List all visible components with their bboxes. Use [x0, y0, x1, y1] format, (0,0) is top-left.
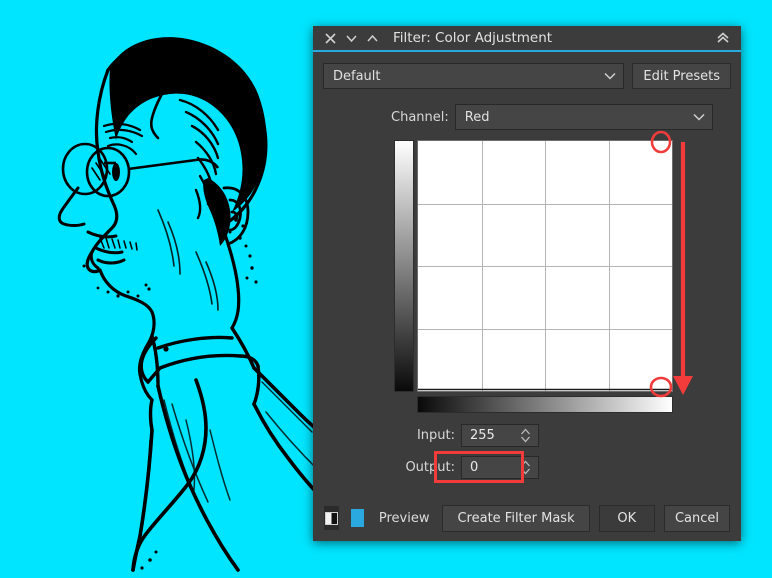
chevron-down-icon [603, 69, 617, 83]
edit-presets-button[interactable]: Edit Presets [632, 63, 731, 89]
curve-line [418, 388, 672, 391]
cancel-button[interactable]: Cancel [663, 504, 730, 532]
curve-grid[interactable] [417, 140, 673, 392]
spinner-arrows-icon[interactable] [519, 460, 531, 476]
split-view-icon [325, 511, 338, 525]
double-chevron-up-icon[interactable] [715, 30, 731, 46]
screen: Filter: Color Adjustment Default Edit Pr… [0, 0, 772, 578]
dialog-titlebar[interactable]: Filter: Color Adjustment [313, 26, 741, 52]
input-spinbox[interactable]: 255 [461, 424, 539, 447]
channel-select[interactable]: Red [454, 104, 713, 130]
channel-label: Channel: [391, 109, 449, 125]
dialog-title: Filter: Color Adjustment [393, 30, 553, 46]
ok-button[interactable]: OK [598, 504, 655, 532]
curve-editor[interactable] [394, 140, 673, 415]
input-gradient-strip [417, 396, 673, 413]
channel-value: Red [464, 109, 490, 125]
close-icon[interactable] [322, 30, 338, 46]
dialog-footer: Preview Create Filter Mask OK Cancel [313, 495, 741, 541]
preset-row: Default Edit Presets [323, 63, 731, 89]
input-value: 255 [470, 428, 495, 443]
chevron-down-icon [692, 110, 706, 124]
output-label: Output: [405, 460, 455, 475]
preview-checkbox[interactable] [351, 509, 364, 527]
output-value: 0 [470, 460, 479, 475]
chevron-down-icon[interactable] [343, 30, 359, 46]
preview-label: Preview [378, 510, 430, 526]
preset-value: Default [333, 68, 381, 84]
chevron-up-icon[interactable] [364, 30, 380, 46]
output-spinbox[interactable]: 0 [461, 456, 539, 479]
spinner-arrows-icon[interactable] [519, 428, 531, 444]
filter-dialog: Filter: Color Adjustment Default Edit Pr… [313, 26, 741, 541]
dialog-body: Default Edit Presets Channel: Red Input:… [313, 52, 741, 483]
channel-row: Channel: Red [323, 104, 731, 130]
create-filter-mask-button[interactable]: Create Filter Mask [442, 504, 590, 532]
preset-select[interactable]: Default [323, 63, 625, 89]
output-gradient-strip [394, 140, 414, 392]
output-row: Output: 0 [323, 451, 731, 483]
input-row: Input: 255 [323, 424, 731, 447]
input-label: Input: [416, 428, 455, 443]
split-view-toggle-button[interactable] [324, 506, 339, 530]
